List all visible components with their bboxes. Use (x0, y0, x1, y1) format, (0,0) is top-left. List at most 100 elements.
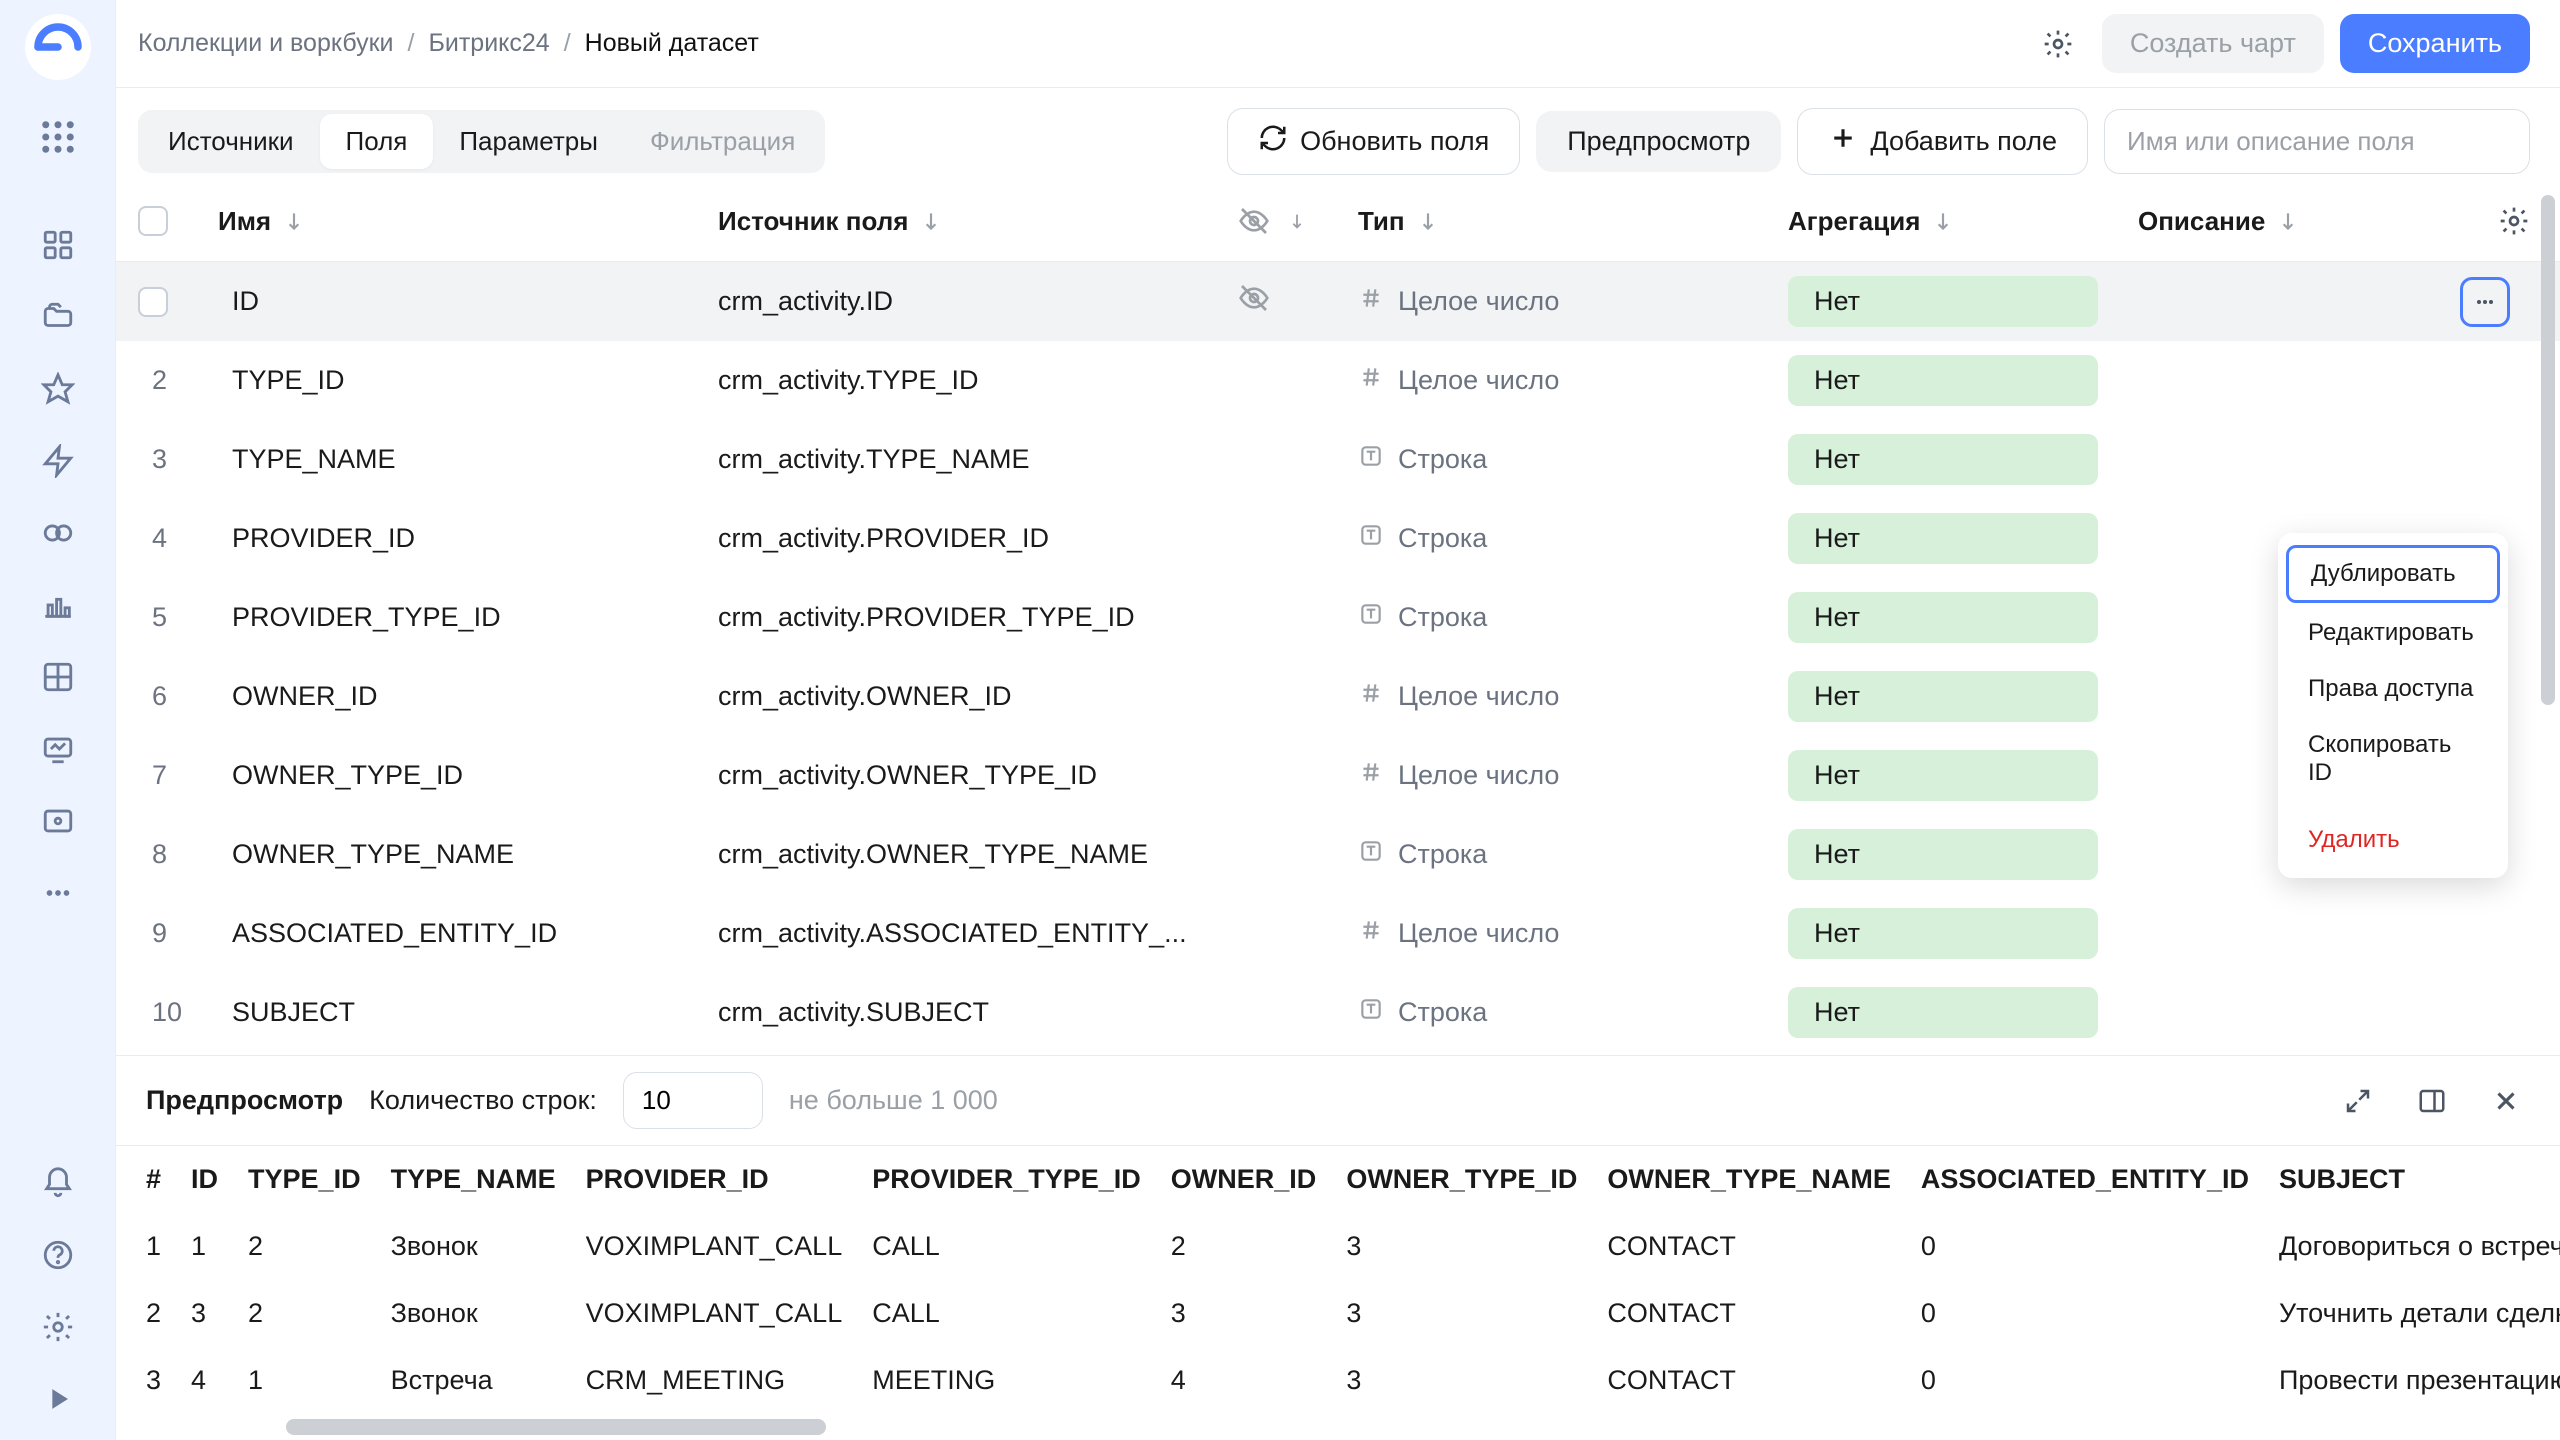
nav-play-icon[interactable] (25, 1366, 91, 1432)
visibility-toggle[interactable] (1238, 282, 1358, 321)
col-type[interactable]: Тип (1358, 206, 1788, 237)
nav-star-icon[interactable] (25, 356, 91, 422)
field-type: Целое число (1358, 364, 1788, 397)
ctx-delete[interactable]: Удалить (2286, 814, 2500, 866)
preview-col-header[interactable]: PROVIDER_ID (586, 1146, 873, 1213)
col-settings[interactable] (2440, 205, 2530, 237)
ctx-permissions[interactable]: Права доступа (2286, 663, 2500, 715)
close-icon[interactable] (2482, 1077, 2530, 1125)
field-row[interactable]: 7OWNER_TYPE_IDcrm_activity.OWNER_TYPE_ID… (116, 736, 2560, 815)
nav-bolt-icon[interactable] (25, 428, 91, 494)
field-row[interactable]: 4PROVIDER_IDcrm_activity.PROVIDER_IDСтро… (116, 499, 2560, 578)
nav-bell-icon[interactable] (25, 1150, 91, 1216)
field-row[interactable]: 9ASSOCIATED_ENTITY_IDcrm_activity.ASSOCI… (116, 894, 2560, 973)
ctx-edit[interactable]: Редактировать (2286, 607, 2500, 659)
preview-cell: 2 (1171, 1213, 1347, 1280)
breadcrumb: Коллекции и воркбуки / Битрикс24 / Новый… (138, 29, 759, 58)
field-agg[interactable]: Нет (1788, 829, 2138, 880)
field-row[interactable]: 6OWNER_IDcrm_activity.OWNER_IDЦелое числ… (116, 657, 2560, 736)
nav-link-icon[interactable] (25, 500, 91, 566)
field-agg[interactable]: Нет (1788, 355, 2138, 406)
eye-off-icon (1238, 205, 1270, 237)
nav-settings-icon[interactable] (25, 1294, 91, 1360)
rows-input[interactable] (623, 1072, 763, 1129)
logo[interactable] (25, 14, 91, 80)
type-icon (1358, 522, 1384, 555)
preview-col-header[interactable]: ASSOCIATED_ENTITY_ID (1921, 1146, 2279, 1213)
ctx-duplicate[interactable]: Дублировать (2286, 545, 2500, 603)
preview-cell: 0 (1921, 1347, 2279, 1414)
field-agg[interactable]: Нет (1788, 276, 2138, 327)
preview-col-header[interactable]: OWNER_TYPE_ID (1346, 1146, 1607, 1213)
field-agg[interactable]: Нет (1788, 513, 2138, 564)
field-type: Строка (1358, 838, 1788, 871)
field-row[interactable]: 8OWNER_TYPE_NAMEcrm_activity.OWNER_TYPE_… (116, 815, 2560, 894)
col-source[interactable]: Источник поля (718, 206, 1238, 237)
expand-icon[interactable] (2334, 1077, 2382, 1125)
nav-dashboards-icon[interactable] (25, 212, 91, 278)
col-agg[interactable]: Агрегация (1788, 206, 2138, 237)
preview-col-header[interactable]: # (146, 1146, 191, 1213)
fields-scrollbar[interactable] (2541, 195, 2555, 705)
field-name: SUBJECT (218, 997, 718, 1028)
field-type: Строка (1358, 996, 1788, 1029)
preview-col-header[interactable]: ID (191, 1146, 248, 1213)
field-row[interactable]: 2TYPE_IDcrm_activity.TYPE_IDЦелое числоН… (116, 341, 2560, 420)
field-row[interactable]: IDcrm_activity.IDЦелое числоНет (116, 262, 2560, 341)
row-index: 10 (138, 997, 218, 1028)
tab-fields[interactable]: Поля (320, 114, 434, 169)
field-row[interactable]: 5PROVIDER_TYPE_IDcrm_activity.PROVIDER_T… (116, 578, 2560, 657)
col-name[interactable]: Имя (218, 206, 718, 237)
field-source: crm_activity.OWNER_TYPE_NAME (718, 839, 1238, 870)
breadcrumb-seg[interactable]: Коллекции и воркбуки (138, 29, 394, 58)
tab-filter[interactable]: Фильтрация (624, 114, 821, 169)
ctx-copy-id[interactable]: Скопировать ID (2286, 719, 2500, 799)
nav-grid-plus-icon[interactable] (25, 644, 91, 710)
save-button[interactable]: Сохранить (2340, 14, 2530, 73)
preview-col-header[interactable]: OWNER_TYPE_NAME (1607, 1146, 1921, 1213)
preview-button[interactable]: Предпросмотр (1536, 111, 1781, 172)
nav-monitor-icon[interactable] (25, 716, 91, 782)
settings-icon[interactable] (2030, 16, 2086, 72)
field-agg[interactable]: Нет (1788, 434, 2138, 485)
preview-hscroll-thumb[interactable] (286, 1419, 826, 1435)
preview-cell: CALL (872, 1280, 1171, 1347)
col-type-label: Тип (1358, 206, 1405, 237)
row-more-button[interactable] (2460, 277, 2510, 327)
refresh-fields-button[interactable]: Обновить поля (1227, 108, 1520, 175)
tab-sources[interactable]: Источники (142, 114, 320, 169)
preview-col-header[interactable]: SUBJECT (2279, 1146, 2560, 1213)
sidepanel-icon[interactable] (2408, 1077, 2456, 1125)
preview-col-header[interactable]: PROVIDER_TYPE_ID (872, 1146, 1171, 1213)
field-agg[interactable]: Нет (1788, 592, 2138, 643)
field-agg[interactable]: Нет (1788, 908, 2138, 959)
nav-reports-icon[interactable] (25, 788, 91, 854)
col-visibility[interactable] (1238, 205, 1358, 237)
nav-help-icon[interactable] (25, 1222, 91, 1288)
field-agg[interactable]: Нет (1788, 987, 2138, 1038)
row-checkbox[interactable] (138, 287, 168, 317)
preview-col-header[interactable]: OWNER_ID (1171, 1146, 1347, 1213)
create-chart-button[interactable]: Создать чарт (2102, 14, 2324, 73)
field-agg[interactable]: Нет (1788, 671, 2138, 722)
row-index: 6 (138, 681, 218, 712)
select-all-checkbox[interactable] (138, 206, 168, 236)
col-desc[interactable]: Описание (2138, 206, 2440, 237)
field-row[interactable]: 10SUBJECTcrm_activity.SUBJECTСтрокаНет (116, 973, 2560, 1052)
tab-params[interactable]: Параметры (433, 114, 624, 169)
gear-icon (2498, 205, 2530, 237)
nav-chart-icon[interactable] (25, 572, 91, 638)
nav-folders-icon[interactable] (25, 284, 91, 350)
field-row[interactable]: 3TYPE_NAMEcrm_activity.TYPE_NAMEСтрокаНе… (116, 420, 2560, 499)
preview-col-header[interactable]: TYPE_NAME (391, 1146, 586, 1213)
field-agg[interactable]: Нет (1788, 750, 2138, 801)
search-input[interactable] (2104, 109, 2530, 174)
field-name: PROVIDER_TYPE_ID (218, 602, 718, 633)
add-field-button[interactable]: Добавить поле (1797, 108, 2088, 175)
apps-grid-icon[interactable] (25, 104, 91, 170)
preview-col-header[interactable]: TYPE_ID (248, 1146, 391, 1213)
preview-cell: 3 (1171, 1280, 1347, 1347)
breadcrumb-seg[interactable]: Битрикс24 (428, 29, 549, 58)
field-row[interactable]: 11COMPLETEDcrm_activity.COMPLETEDСтрокаН… (116, 1052, 2560, 1055)
nav-more-icon[interactable] (25, 860, 91, 926)
